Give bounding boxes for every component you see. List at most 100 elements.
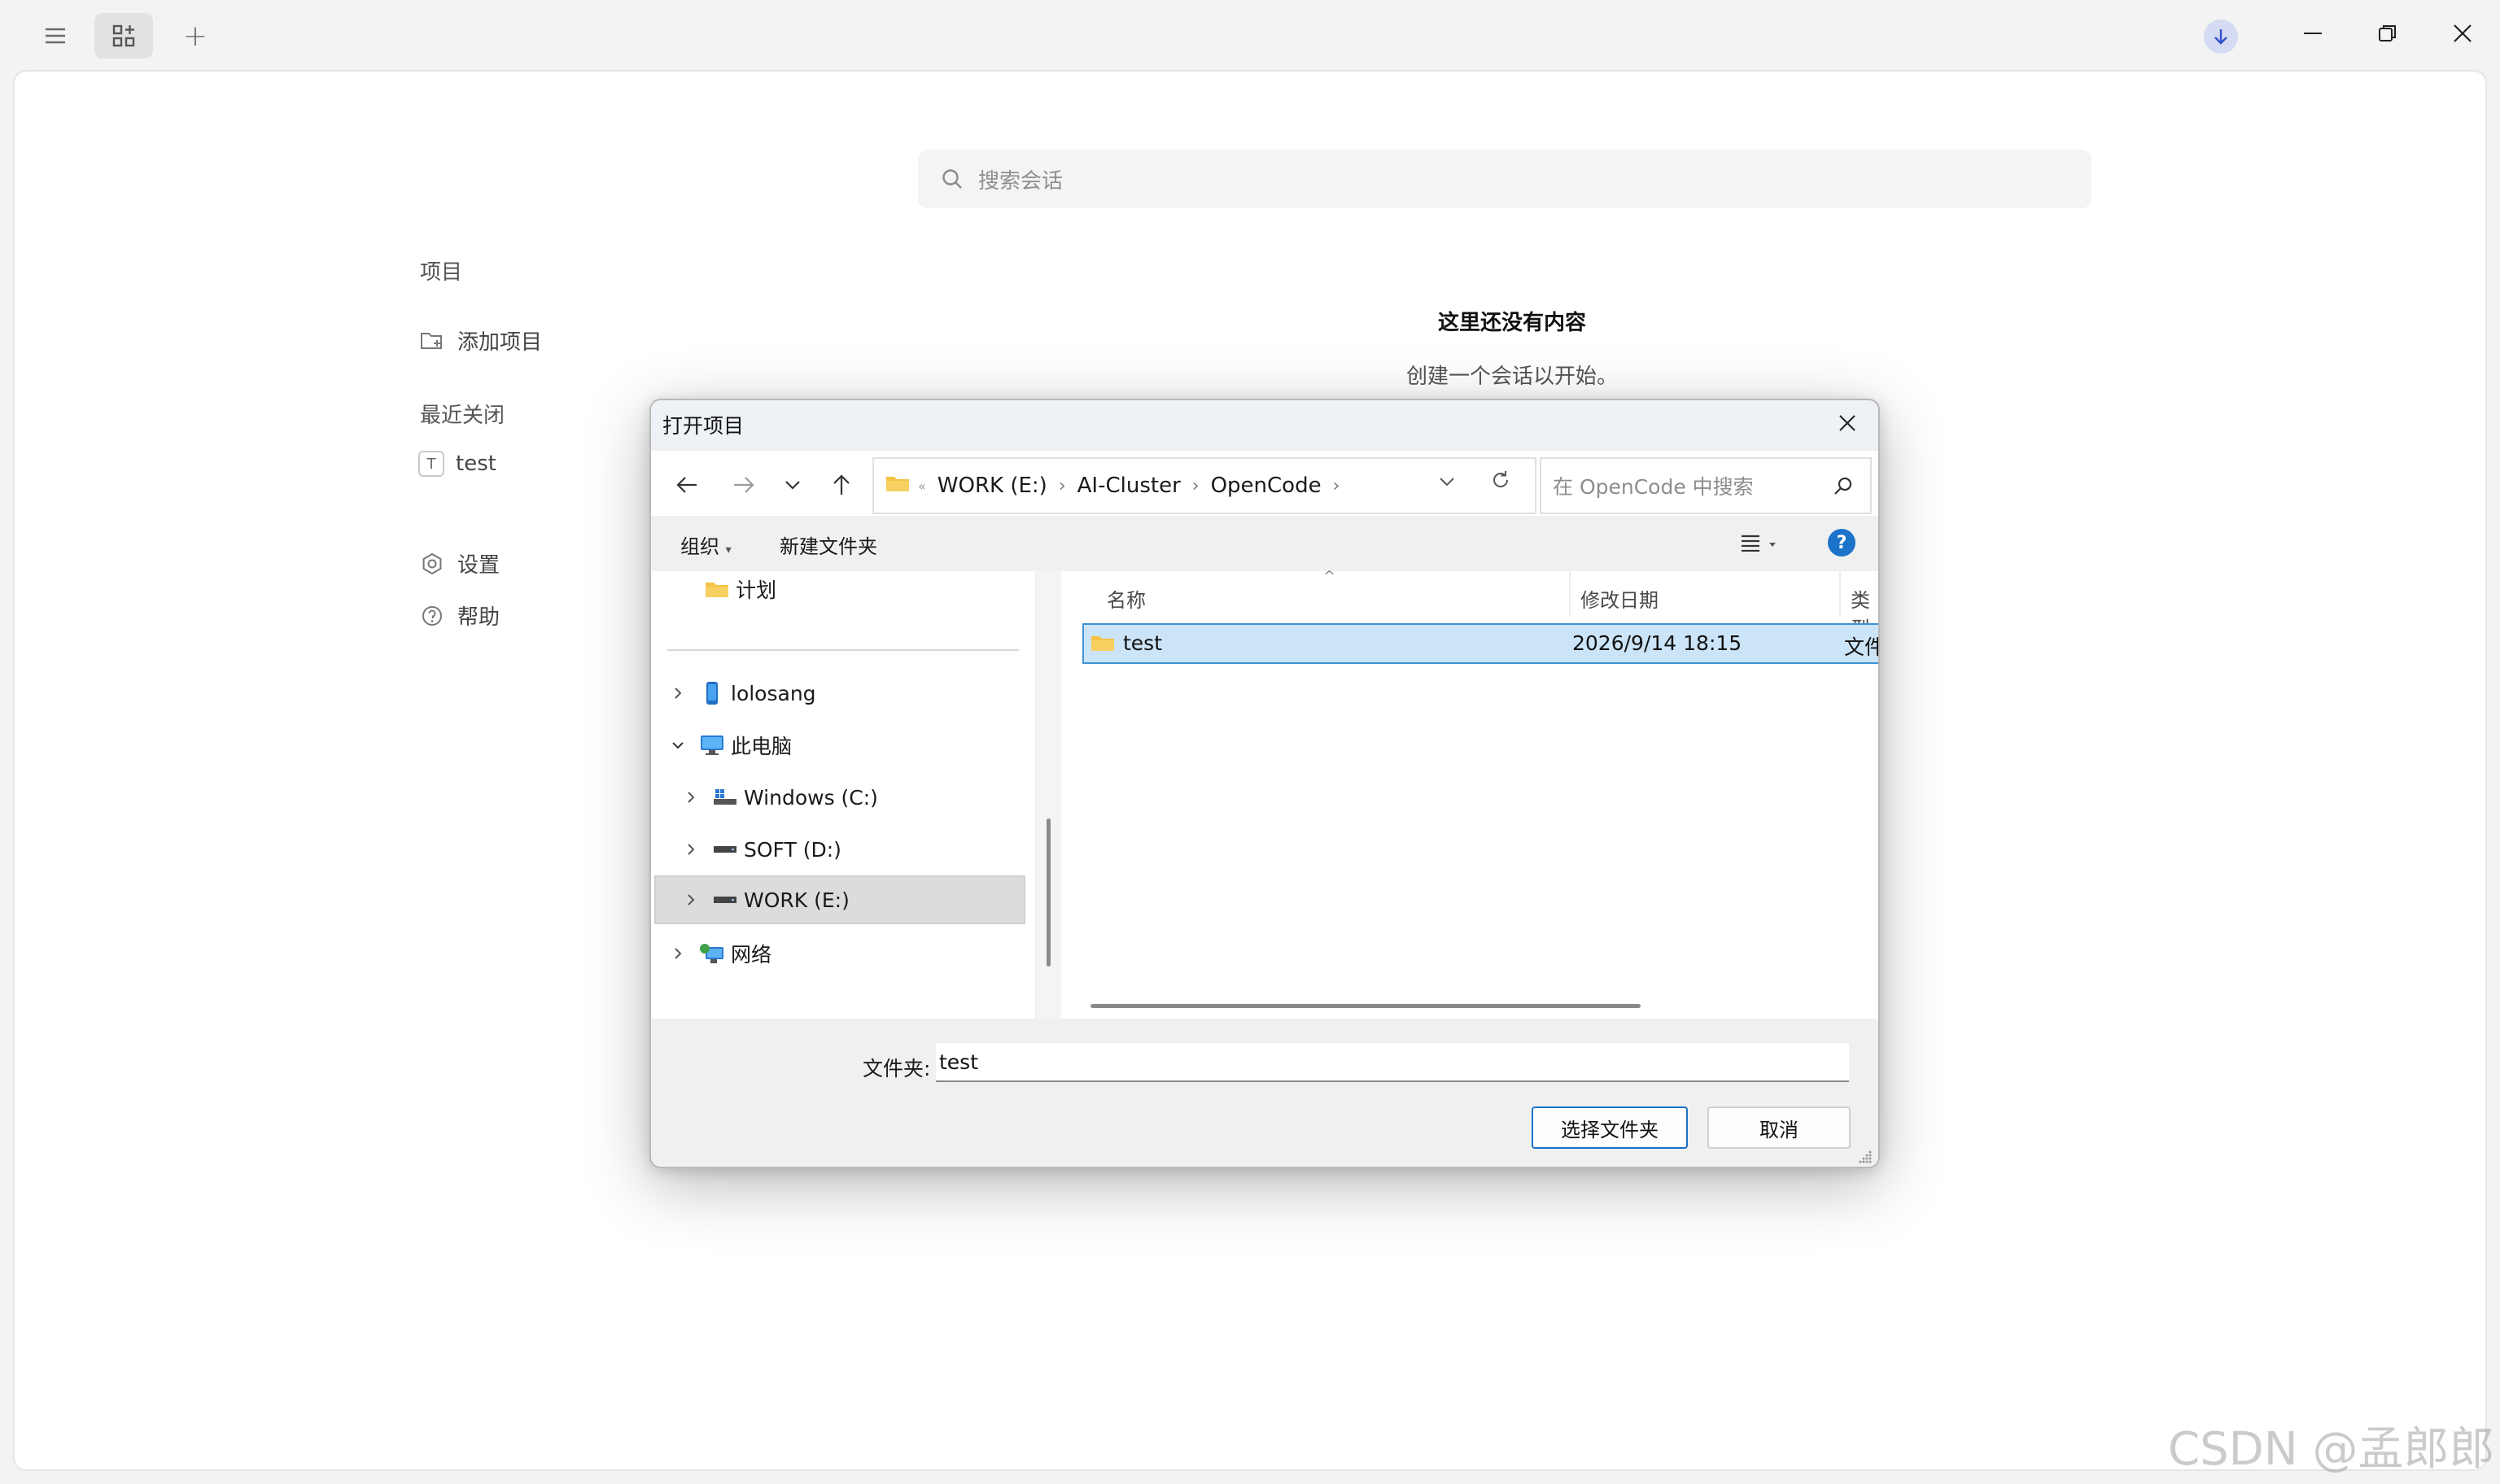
recent-heading: 最近关闭 bbox=[420, 404, 505, 428]
breadcrumb-separator-icon[interactable]: › bbox=[1333, 476, 1340, 496]
organize-menu-button[interactable]: 组织 ▾ bbox=[680, 530, 732, 559]
windows-drive-icon bbox=[711, 785, 739, 810]
select-folder-button[interactable]: 选择文件夹 bbox=[1532, 1106, 1688, 1149]
search-icon bbox=[1829, 472, 1857, 500]
tree-item-label: WORK (E:) bbox=[744, 888, 850, 912]
empty-state-title: 这里还没有内容 bbox=[1437, 311, 1586, 335]
restore-icon[interactable] bbox=[2363, 11, 2412, 55]
file-row-selected[interactable]: test 2026/9/14 18:15 文件夹 bbox=[1082, 623, 1878, 664]
address-dropdown-icon[interactable] bbox=[1431, 465, 1463, 498]
help-question-icon[interactable]: ? bbox=[1828, 529, 1855, 556]
tree-item-drive-e[interactable]: WORK (E:) bbox=[654, 875, 1025, 924]
tree-item-plan[interactable]: 计划 bbox=[703, 565, 776, 613]
breadcrumb-separator-icon[interactable]: › bbox=[1192, 476, 1200, 496]
network-icon bbox=[698, 941, 726, 966]
help-icon bbox=[418, 602, 446, 630]
hamburger-icon[interactable] bbox=[33, 13, 78, 59]
file-name: test bbox=[1123, 631, 1163, 655]
dialog-footer: 文件夹: 选择文件夹 取消 bbox=[651, 1019, 1878, 1167]
breadcrumb-separator-icon[interactable]: › bbox=[1059, 476, 1066, 496]
forward-arrow-icon[interactable] bbox=[726, 467, 762, 503]
resize-grip-icon[interactable] bbox=[1857, 1149, 1873, 1165]
navigation-tree: 计划 lolosang 此电脑 Windows (C:) SOFT (D:) W… bbox=[651, 571, 1035, 1019]
expand-chevron-icon[interactable] bbox=[679, 785, 703, 810]
column-header-date[interactable]: 修改日期 bbox=[1580, 584, 1659, 613]
settings-label: 设置 bbox=[457, 553, 500, 578]
folder-name-input[interactable] bbox=[936, 1043, 1849, 1082]
grid-add-icon[interactable] bbox=[94, 13, 153, 59]
add-project-label: 添加项目 bbox=[457, 330, 543, 355]
view-options-icon[interactable] bbox=[1732, 529, 1785, 556]
help-button[interactable]: 帮助 bbox=[418, 600, 500, 631]
download-icon[interactable] bbox=[2204, 20, 2238, 54]
expand-chevron-icon[interactable] bbox=[666, 681, 690, 705]
new-tab-button[interactable]: + bbox=[173, 13, 218, 59]
project-badge: T bbox=[418, 451, 444, 477]
column-header-name[interactable]: 名称 bbox=[1107, 584, 1146, 613]
expand-chevron-icon[interactable] bbox=[679, 888, 703, 912]
sort-ascending-icon: ^ bbox=[1323, 568, 1336, 585]
folder-icon bbox=[1090, 633, 1115, 657]
file-date: 2026/9/14 18:15 bbox=[1572, 631, 1742, 655]
dialog-close-icon[interactable] bbox=[1831, 407, 1864, 439]
search-icon bbox=[936, 163, 968, 195]
projects-heading: 项目 bbox=[420, 260, 463, 285]
tree-item-network[interactable]: 网络 bbox=[666, 929, 771, 978]
folder-search-input[interactable]: 在 OpenCode 中搜索 bbox=[1540, 457, 1872, 514]
recent-item-label: test bbox=[456, 452, 496, 476]
gear-icon bbox=[418, 550, 446, 578]
expand-chevron-icon[interactable] bbox=[679, 837, 703, 862]
recent-item-test[interactable]: T test bbox=[418, 451, 496, 477]
csdn-watermark: CSDN @孟郎郎 bbox=[2168, 1423, 2495, 1476]
drive-icon bbox=[711, 837, 739, 862]
tree-item-label: 此电脑 bbox=[731, 735, 793, 758]
phone-icon bbox=[698, 681, 726, 705]
navigation-bar: « WORK (E:) › AI-Cluster › OpenCode › 在 … bbox=[651, 451, 1878, 516]
breadcrumb-ai-cluster[interactable]: AI-Cluster bbox=[1077, 474, 1181, 498]
tree-scrollbar[interactable] bbox=[1037, 571, 1061, 1019]
tree-item-label: Windows (C:) bbox=[744, 785, 878, 810]
breadcrumb-work-drive[interactable]: WORK (E:) bbox=[938, 474, 1047, 498]
tree-item-drive-d[interactable]: SOFT (D:) bbox=[679, 825, 841, 874]
folder-icon bbox=[703, 577, 731, 601]
empty-state-subtitle: 创建一个会话以开始。 bbox=[1405, 364, 1618, 389]
minimize-icon[interactable] bbox=[2288, 11, 2337, 55]
breadcrumb-opencode[interactable]: OpenCode bbox=[1211, 474, 1322, 498]
app-titlebar: + bbox=[0, 0, 2500, 70]
close-icon[interactable] bbox=[2438, 11, 2487, 55]
dialog-title: 打开项目 bbox=[662, 414, 745, 438]
refresh-icon[interactable] bbox=[1484, 464, 1517, 496]
tree-item-label: SOFT (D:) bbox=[744, 837, 841, 862]
expand-chevron-icon[interactable] bbox=[666, 941, 690, 966]
tree-item-this-pc[interactable]: 此电脑 bbox=[666, 721, 792, 770]
file-type: 文件夹 bbox=[1844, 635, 1878, 659]
search-placeholder: 搜索会话 bbox=[978, 168, 1064, 194]
dialog-titlebar: 打开项目 bbox=[651, 400, 1878, 446]
recent-locations-chevron-icon[interactable] bbox=[775, 467, 811, 503]
up-arrow-icon[interactable] bbox=[824, 467, 859, 503]
tree-item-drive-c[interactable]: Windows (C:) bbox=[679, 773, 878, 822]
overflow-chevron-icon[interactable]: « bbox=[918, 478, 926, 494]
help-label: 帮助 bbox=[457, 605, 500, 630]
command-bar: 组织 ▾ 新建文件夹 ? bbox=[651, 516, 1878, 568]
new-folder-button[interactable]: 新建文件夹 bbox=[780, 530, 877, 559]
horizontal-scrollbar[interactable] bbox=[1090, 1004, 1641, 1008]
tree-item-user[interactable]: lolosang bbox=[666, 669, 816, 718]
folder-add-icon bbox=[418, 327, 446, 355]
back-arrow-icon[interactable] bbox=[669, 467, 705, 503]
tree-item-label: 计划 bbox=[736, 578, 777, 602]
scrollbar-thumb[interactable] bbox=[1047, 818, 1051, 967]
folder-field-label: 文件夹: bbox=[863, 1057, 931, 1080]
cancel-button[interactable]: 取消 bbox=[1707, 1106, 1851, 1149]
settings-button[interactable]: 设置 bbox=[418, 548, 500, 578]
drive-icon bbox=[711, 888, 739, 912]
column-divider[interactable] bbox=[1569, 571, 1571, 617]
session-search-input[interactable]: 搜索会话 bbox=[918, 150, 2091, 208]
folder-icon bbox=[885, 474, 910, 499]
add-project-button[interactable]: 添加项目 bbox=[418, 325, 542, 356]
collapse-chevron-icon[interactable] bbox=[666, 733, 690, 757]
organize-label: 组织 bbox=[680, 535, 719, 558]
tree-divider bbox=[667, 649, 1019, 651]
column-divider[interactable] bbox=[1839, 571, 1841, 617]
tree-item-label: 网络 bbox=[731, 943, 772, 967]
